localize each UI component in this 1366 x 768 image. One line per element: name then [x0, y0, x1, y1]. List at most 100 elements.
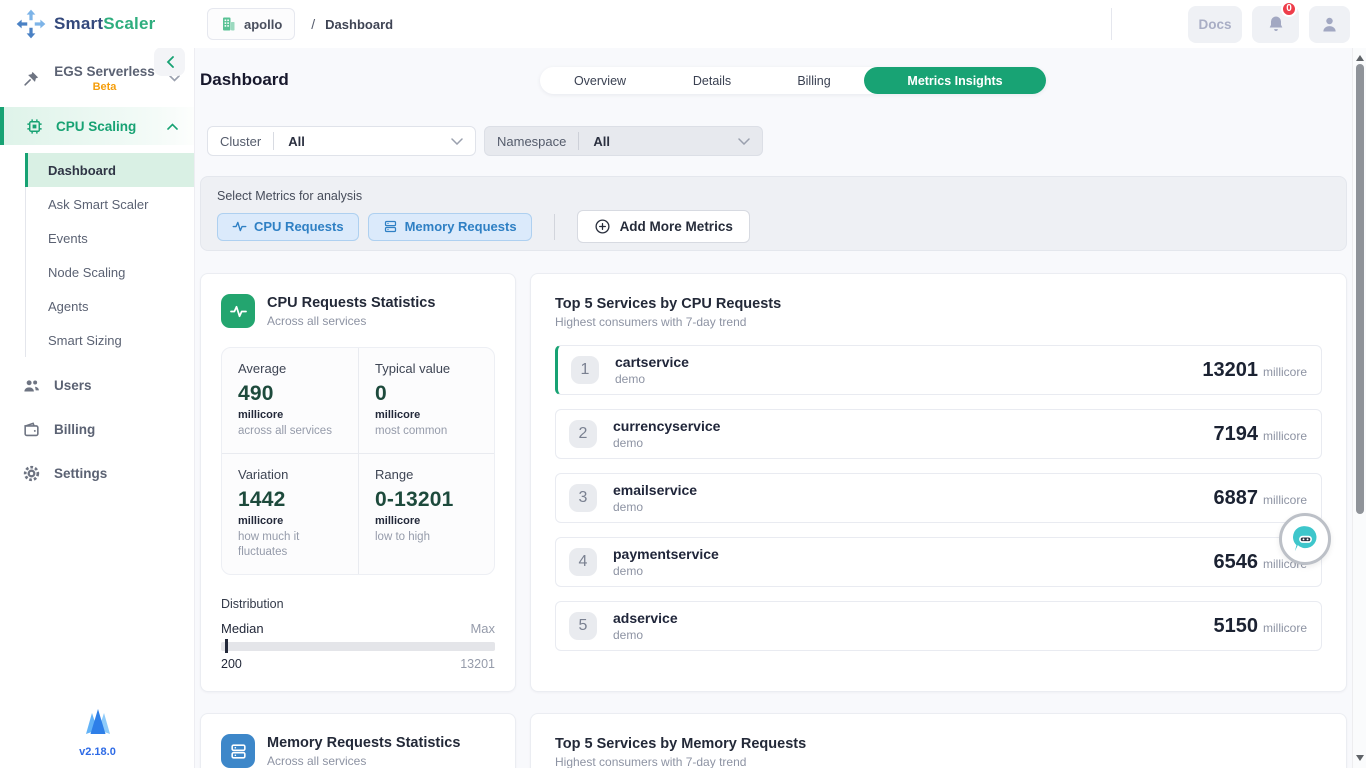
service-unit: millicore [1263, 493, 1307, 507]
service-row[interactable]: 1 cartservice demo 13201 millicore [555, 345, 1322, 395]
sidebar-item-dashboard[interactable]: Dashboard [25, 153, 194, 187]
card-subtitle: Across all services [267, 314, 435, 328]
page-title: Dashboard [200, 70, 289, 90]
service-name: adservice [613, 610, 678, 626]
sidebar-item-events[interactable]: Events [26, 221, 194, 255]
app-logo: SmartScaler [0, 9, 195, 39]
service-namespace: demo [613, 564, 719, 578]
sidebar-item-smart-sizing[interactable]: Smart Sizing [26, 323, 194, 357]
pulse-icon [232, 219, 247, 234]
memory-icon [383, 219, 398, 234]
workspace-name: EGS Serverless [40, 64, 169, 79]
sidebar: EGS Serverless Beta CPU Scaling Dashboar… [0, 48, 195, 768]
cluster-select[interactable]: Cluster All [207, 126, 476, 156]
service-value: 13201 [1202, 359, 1258, 382]
add-more-metrics-button[interactable]: Add More Metrics [577, 210, 750, 243]
workspace-beta-badge: Beta [40, 81, 169, 93]
stat-cell-variation: Variation 1442 millicore how much it flu… [222, 453, 358, 574]
service-name: emailservice [613, 482, 697, 498]
sidebar-collapse-button[interactable] [154, 47, 185, 76]
sidebar-item-settings[interactable]: Settings [0, 451, 194, 495]
memory-requests-chip[interactable]: Memory Requests [368, 213, 532, 241]
sidebar-item-label: CPU Scaling [56, 119, 155, 134]
sidebar-item-cpu-scaling[interactable]: CPU Scaling [0, 107, 194, 145]
service-unit: millicore [1263, 365, 1307, 379]
users-icon [22, 376, 41, 395]
version-info: v2.18.0 [0, 705, 195, 758]
cluster-select-label: Cluster [208, 134, 273, 149]
distribution-max-label: Max [470, 621, 495, 636]
service-value: 6887 [1213, 487, 1258, 510]
rank-badge: 2 [569, 420, 597, 448]
chat-assistant-button[interactable] [1279, 513, 1331, 565]
card-subtitle: Across all services [267, 754, 460, 768]
memory-icon [229, 742, 248, 761]
user-icon [1319, 14, 1340, 35]
service-row[interactable]: 2 currencyservice demo 7194 millicore [555, 409, 1322, 459]
cpu-stats-grid: Average 490 millicore across all service… [221, 347, 495, 575]
service-row[interactable]: 4 paymentservice demo 6546 millicore [555, 537, 1322, 587]
service-value: 6546 [1213, 551, 1258, 574]
org-selector[interactable]: apollo [207, 8, 295, 40]
chevron-down-icon [451, 138, 463, 145]
vertical-scrollbar[interactable] [1352, 48, 1366, 768]
cpu-scaling-submenu: Dashboard Ask Smart Scaler Events Node S… [25, 153, 194, 357]
cpu-stats-icon [221, 294, 255, 328]
card-subtitle: Highest consumers with 7-day trend [555, 315, 1322, 329]
sidebar-item-label: Billing [54, 422, 95, 437]
service-name: cartservice [615, 354, 689, 370]
building-icon [220, 16, 236, 32]
namespace-select[interactable]: Namespace All [484, 126, 763, 156]
scroll-thumb[interactable] [1356, 64, 1364, 514]
avatar-button[interactable] [1309, 6, 1350, 43]
service-unit: millicore [1263, 621, 1307, 635]
scroll-up-icon[interactable] [1356, 55, 1364, 61]
version-label: v2.18.0 [0, 746, 195, 758]
memory-stats-card: Memory Requests Statistics Across all se… [200, 713, 516, 768]
service-row[interactable]: 5 adservice demo 5150 millicore [555, 601, 1322, 651]
service-value: 5150 [1213, 615, 1258, 638]
panel-divider [554, 214, 555, 240]
tab-billing[interactable]: Billing [764, 67, 864, 94]
service-name: currencyservice [613, 418, 720, 434]
rank-badge: 3 [569, 484, 597, 512]
add-more-metrics-label: Add More Metrics [620, 219, 733, 234]
distribution-max-value: 13201 [460, 657, 495, 671]
docs-button[interactable]: Docs [1188, 6, 1242, 43]
service-name: paymentservice [613, 546, 719, 562]
sidebar-item-label: Settings [54, 466, 107, 481]
tab-overview[interactable]: Overview [540, 67, 660, 94]
service-namespace: demo [615, 372, 689, 386]
sidebar-item-users[interactable]: Users [0, 363, 194, 407]
stat-cell-average: Average 490 millicore across all service… [222, 348, 358, 453]
header-divider [1111, 8, 1112, 40]
cpu-stats-card: CPU Requests Statistics Across all servi… [200, 273, 516, 692]
chevron-down-icon [169, 75, 180, 82]
sidebar-item-ask-smart-scaler[interactable]: Ask Smart Scaler [26, 187, 194, 221]
distribution-median-value: 200 [221, 657, 242, 671]
notifications-button[interactable]: 0 [1252, 6, 1299, 43]
sidebar-item-node-scaling[interactable]: Node Scaling [26, 255, 194, 289]
sidebar-item-billing[interactable]: Billing [0, 407, 194, 451]
metrics-selection-panel: Select Metrics for analysis CPU Requests… [200, 176, 1347, 251]
service-namespace: demo [613, 436, 720, 450]
top-cpu-services-card: Top 5 Services by CPU Requests Highest c… [530, 273, 1347, 692]
tab-metrics-insights[interactable]: Metrics Insights [864, 67, 1046, 94]
distribution-median-label: Median [221, 621, 264, 636]
bell-icon [1266, 14, 1286, 34]
crown-logo-icon [80, 705, 116, 739]
namespace-select-value: All [579, 134, 738, 149]
logo-arrows-icon [16, 9, 46, 39]
stat-cell-range: Range 0-13201 millicore low to high [358, 453, 494, 574]
scroll-down-icon[interactable] [1356, 755, 1364, 761]
service-value: 7194 [1213, 423, 1258, 446]
sidebar-item-agents[interactable]: Agents [26, 289, 194, 323]
cluster-select-value: All [274, 134, 451, 149]
service-unit: millicore [1263, 429, 1307, 443]
cpu-requests-chip[interactable]: CPU Requests [217, 213, 359, 241]
notification-badge: 0 [1281, 1, 1297, 17]
service-row[interactable]: 3 emailservice demo 6887 millicore [555, 473, 1322, 523]
brand-text: SmartScaler [54, 14, 155, 34]
org-name: apollo [244, 17, 282, 32]
tab-details[interactable]: Details [660, 67, 764, 94]
